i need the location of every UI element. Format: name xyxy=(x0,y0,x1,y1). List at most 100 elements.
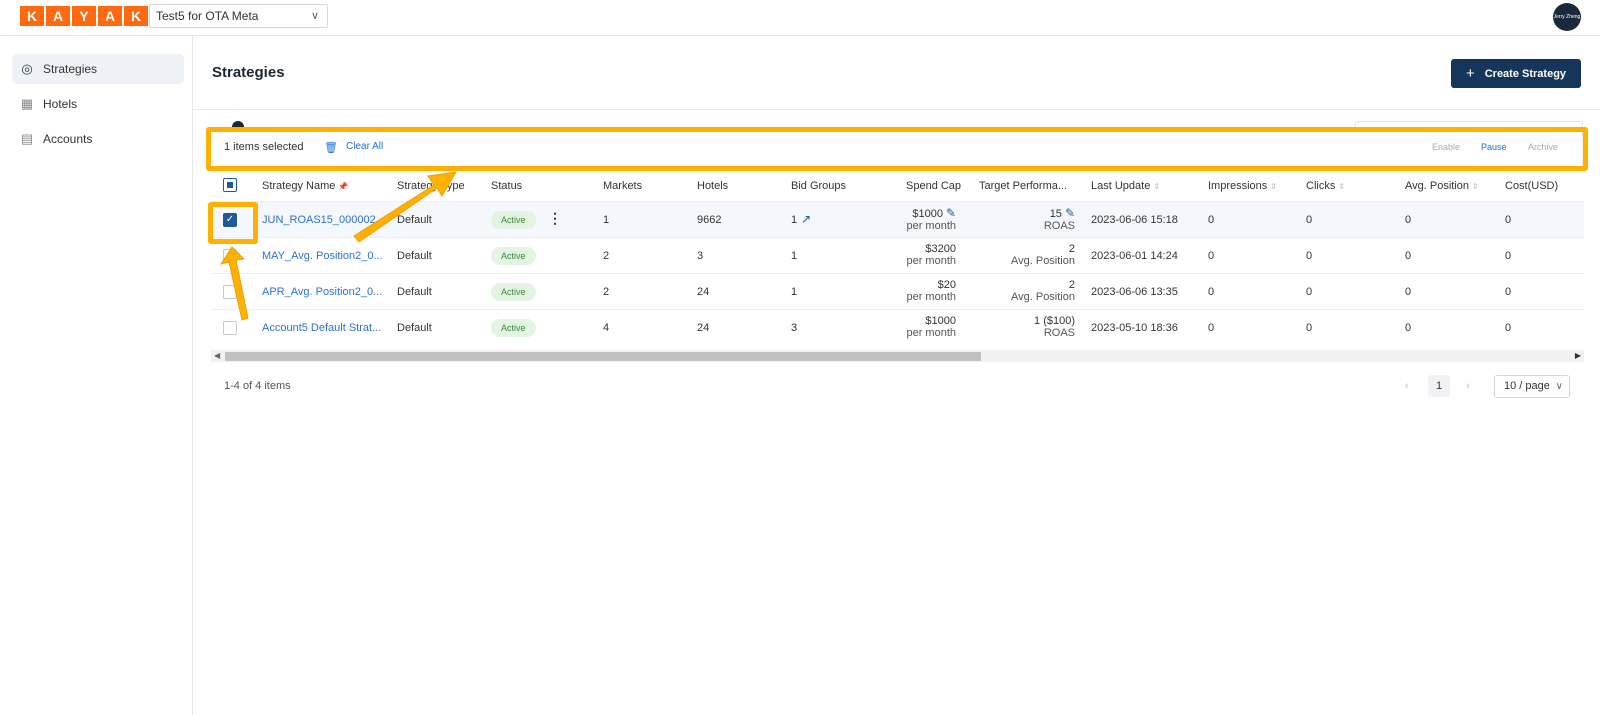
header-strategy-type[interactable]: Strategy Type xyxy=(397,180,465,192)
strategy-name-link[interactable]: APR_Avg. Position2_0... xyxy=(262,286,382,298)
sidebar-item-accounts[interactable]: ▤ Accounts xyxy=(12,124,184,154)
strategy-type: Default xyxy=(397,214,432,226)
avatar[interactable]: Jerry Zheng xyxy=(1553,3,1581,31)
sidebar-item-label: Strategies xyxy=(43,62,98,76)
strategy-name-link[interactable]: JUN_ROAS15_000002 xyxy=(262,214,376,226)
spend-cap-cell: $20 per month xyxy=(906,279,956,303)
create-strategy-button[interactable]: + Create Strategy xyxy=(1451,59,1581,88)
row-checkbox[interactable] xyxy=(223,321,237,335)
edit-icon[interactable]: ✎ xyxy=(946,206,956,220)
last-update: 2023-06-06 13:35 xyxy=(1091,286,1178,298)
row-checkbox[interactable] xyxy=(223,249,237,263)
selection-bar-highlight xyxy=(206,127,1588,171)
table-row[interactable]: APR_Avg. Position2_0... Default Active 2… xyxy=(211,273,1584,309)
spend-cap-cell: $1000 per month xyxy=(906,315,956,339)
scrollbar-thumb[interactable] xyxy=(225,352,981,361)
spend-cap-period: per month xyxy=(906,255,956,267)
table-row[interactable]: Account5 Default Strat... Default Active… xyxy=(211,309,1584,345)
header-status[interactable]: Status xyxy=(491,180,522,192)
target-unit: Avg. Position xyxy=(1010,255,1075,267)
header-cost[interactable]: Cost(USD) xyxy=(1505,180,1558,192)
bid-groups-cell: 1 ↗ xyxy=(791,212,811,226)
chevron-down-icon: ∨ xyxy=(310,10,319,22)
account-select[interactable]: Test5 for OTA Meta ∨ xyxy=(149,4,328,28)
page-size-value: 10 / page xyxy=(1504,380,1550,392)
select-all-checkbox[interactable] xyxy=(223,178,237,192)
sidebar-item-strategies[interactable]: ◎ Strategies xyxy=(12,54,184,84)
bid-groups-count: 3 xyxy=(791,322,798,334)
kayak-logo[interactable]: K A Y A K xyxy=(20,6,148,26)
account-select-value: Test5 for OTA Meta xyxy=(156,9,259,23)
header-target-performance[interactable]: Target Performa... xyxy=(979,180,1067,192)
avg-position: 0 xyxy=(1405,322,1412,334)
table-row[interactable]: ✓ JUN_ROAS15_000002 Default Active ⋮ 1 9… xyxy=(211,201,1584,237)
hotels-count: 9662 xyxy=(697,214,722,226)
last-update: 2023-05-10 18:36 xyxy=(1091,322,1178,334)
strategy-name-link[interactable]: MAY_Avg. Position2_0... xyxy=(262,250,383,262)
header-clicks[interactable]: Clicks ⇕ xyxy=(1306,180,1345,192)
page-size-select[interactable]: 10 / page ∨ xyxy=(1494,375,1570,398)
logo-letter: Y xyxy=(72,6,96,26)
scroll-left-icon[interactable]: ◀ xyxy=(214,350,220,362)
impressions: 0 xyxy=(1208,250,1215,262)
strategy-type: Default xyxy=(397,322,432,334)
target-cell: 15 ✎ ROAS xyxy=(1044,207,1075,232)
header-label: Clicks xyxy=(1306,180,1336,192)
header-hotels[interactable]: Hotels xyxy=(697,180,728,192)
table-row[interactable]: MAY_Avg. Position2_0... Default Active 2… xyxy=(211,237,1584,273)
next-page-icon[interactable]: › xyxy=(1466,380,1470,392)
page-number[interactable]: 1 xyxy=(1428,375,1450,397)
header-bid-groups[interactable]: Bid Groups xyxy=(791,180,846,192)
spend-cap-value: $1000 xyxy=(925,315,956,327)
target-value: 2 xyxy=(1068,243,1075,255)
strategy-type: Default xyxy=(397,250,432,262)
more-options-icon[interactable]: ⋮ xyxy=(548,210,562,227)
prev-page-icon[interactable]: ‹ xyxy=(1405,380,1409,392)
strategy-name-link[interactable]: Account5 Default Strat... xyxy=(262,322,381,334)
scroll-right-icon[interactable]: ▶ xyxy=(1575,350,1581,362)
sort-icon[interactable]: ⇕ xyxy=(1270,182,1277,191)
avg-position: 0 xyxy=(1405,286,1412,298)
spend-cap-period: per month xyxy=(906,327,956,339)
pin-icon[interactable]: 📌 xyxy=(338,182,348,191)
hotels-count: 24 xyxy=(697,322,710,334)
external-link-icon[interactable]: ↗ xyxy=(801,212,811,226)
header-markets[interactable]: Markets xyxy=(603,180,642,192)
header-impressions[interactable]: Impressions ⇕ xyxy=(1208,180,1277,192)
spend-cap-value: $3200 xyxy=(925,243,956,255)
markets-count: 4 xyxy=(603,322,610,334)
target-cell: 2 Avg. Position xyxy=(1011,279,1075,303)
checkbox-highlight xyxy=(208,202,258,244)
header-last-update[interactable]: Last Update ⇕ xyxy=(1091,180,1160,192)
horizontal-scrollbar[interactable]: ◀ ▶ xyxy=(211,350,1584,362)
logo-letter: A xyxy=(98,6,122,26)
sort-icon[interactable]: ⇕ xyxy=(1153,182,1160,191)
hotels-count: 3 xyxy=(697,250,704,262)
edit-icon[interactable]: ✎ xyxy=(1065,206,1075,220)
header-spend-cap[interactable]: Spend Cap xyxy=(906,180,961,192)
bid-groups-count: 1 xyxy=(791,214,798,226)
clicks: 0 xyxy=(1306,286,1313,298)
sidebar-item-hotels[interactable]: ▦ Hotels xyxy=(12,89,184,119)
last-update: 2023-06-06 15:18 xyxy=(1091,214,1178,226)
ledger-icon: ▤ xyxy=(20,131,34,146)
bid-groups-count: 1 xyxy=(791,250,798,262)
status-badge: Active xyxy=(491,211,536,229)
spend-cap-value: $20 xyxy=(937,279,956,291)
spend-cap-cell: $3200 per month xyxy=(906,243,956,267)
status-badge: Active xyxy=(491,283,536,301)
header-avg-position[interactable]: Avg. Position ⇕ xyxy=(1405,180,1479,192)
sort-icon[interactable]: ⇕ xyxy=(1472,182,1479,191)
row-checkbox[interactable] xyxy=(223,285,237,299)
clicks: 0 xyxy=(1306,322,1313,334)
impressions: 0 xyxy=(1208,286,1215,298)
last-update: 2023-06-01 14:24 xyxy=(1091,250,1178,262)
markets-count: 2 xyxy=(603,250,610,262)
plus-icon: + xyxy=(1465,65,1475,82)
sort-icon[interactable]: ⇕ xyxy=(1338,182,1345,191)
cost: 0 xyxy=(1505,214,1512,226)
target-unit: Avg. Position xyxy=(1010,291,1075,303)
impressions: 0 xyxy=(1208,214,1215,226)
header-strategy-name[interactable]: Strategy Name 📌 xyxy=(262,180,348,192)
markets-count: 2 xyxy=(603,286,610,298)
